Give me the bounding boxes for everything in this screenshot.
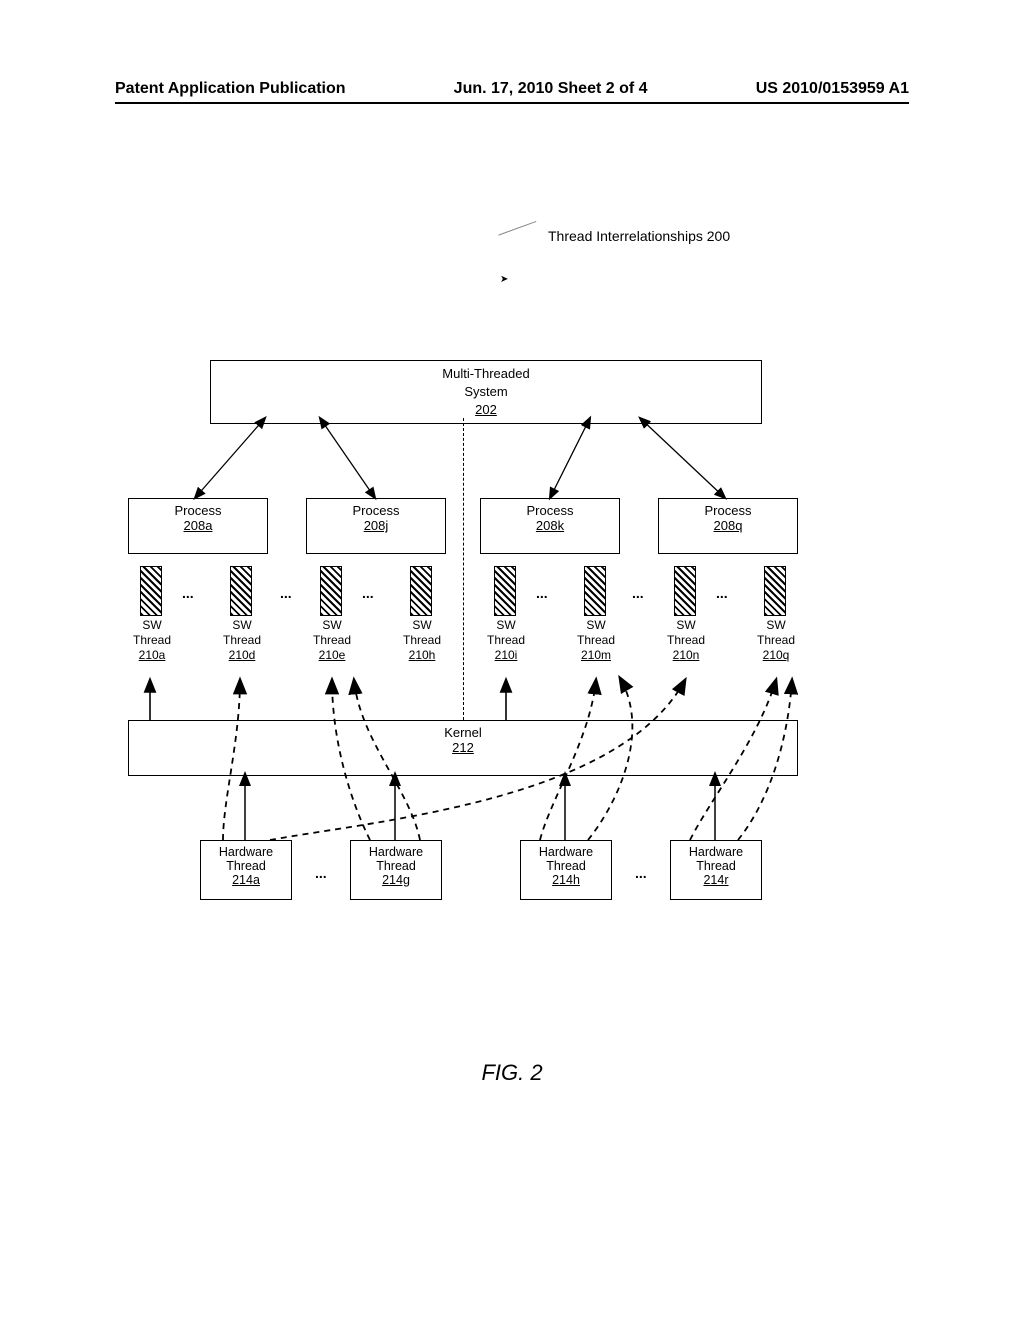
sw-thread-label: SWThread210n — [656, 618, 716, 663]
process-label: Process — [129, 503, 267, 518]
process-num: 208j — [307, 518, 445, 533]
sw-thread-label: SWThread210m — [566, 618, 626, 663]
process-label: Process — [307, 503, 445, 518]
sw-thread-label: SWThread210i — [476, 618, 536, 663]
sw-thread-icon — [494, 566, 516, 616]
figure-area: ➤ Thread Interrelationships 200 Multi-Th… — [120, 240, 900, 1060]
figure-title-label: Thread Interrelationships 200 — [548, 228, 730, 244]
ellipsis-icon: ... — [315, 865, 327, 881]
ellipsis-icon: ... — [536, 585, 548, 601]
pointer-arrowhead-icon: ➤ — [500, 274, 508, 285]
mts-num: 202 — [211, 401, 761, 419]
process-208k: Process 208k — [480, 498, 620, 554]
sw-thread-label: SWThread210a — [122, 618, 182, 663]
sw-thread-label: SWThread210d — [212, 618, 272, 663]
process-label: Process — [659, 503, 797, 518]
hw-thread-214g: HardwareThread 214g — [350, 840, 442, 900]
mts-label: Multi-ThreadedSystem — [211, 365, 761, 401]
header-left: Patent Application Publication — [115, 80, 346, 98]
figure-caption: FIG. 2 — [0, 1060, 1024, 1086]
center-divider — [463, 418, 464, 720]
header-right: US 2010/0153959 A1 — [756, 80, 909, 98]
mts-box: Multi-ThreadedSystem 202 — [210, 360, 762, 424]
page: Patent Application Publication Jun. 17, … — [0, 0, 1024, 1320]
ellipsis-icon: ... — [362, 585, 374, 601]
sw-thread-label: SWThread210e — [302, 618, 362, 663]
process-208a: Process 208a — [128, 498, 268, 554]
ellipsis-icon: ... — [632, 585, 644, 601]
pointer-line — [498, 221, 543, 254]
sw-thread-icon — [674, 566, 696, 616]
hw-thread-214a: HardwareThread 214a — [200, 840, 292, 900]
header-center: Jun. 17, 2010 Sheet 2 of 4 — [454, 80, 648, 98]
sw-thread-icon — [230, 566, 252, 616]
hw-thread-214r: HardwareThread 214r — [670, 840, 762, 900]
ellipsis-icon: ... — [280, 585, 292, 601]
process-208q: Process 208q — [658, 498, 798, 554]
kernel-label: Kernel — [129, 725, 797, 740]
process-num: 208a — [129, 518, 267, 533]
process-num: 208q — [659, 518, 797, 533]
sw-thread-label: SWThread210q — [746, 618, 806, 663]
sw-thread-icon — [140, 566, 162, 616]
process-num: 208k — [481, 518, 619, 533]
page-header: Patent Application Publication Jun. 17, … — [115, 80, 909, 104]
sw-thread-label: SWThread210h — [392, 618, 452, 663]
sw-thread-icon — [320, 566, 342, 616]
sw-thread-icon — [764, 566, 786, 616]
hw-thread-214h: HardwareThread 214h — [520, 840, 612, 900]
kernel-num: 212 — [129, 740, 797, 755]
ellipsis-icon: ... — [716, 585, 728, 601]
ellipsis-icon: ... — [635, 865, 647, 881]
kernel-box: Kernel 212 — [128, 720, 798, 776]
process-label: Process — [481, 503, 619, 518]
process-208j: Process 208j — [306, 498, 446, 554]
ellipsis-icon: ... — [182, 585, 194, 601]
sw-thread-icon — [584, 566, 606, 616]
sw-thread-icon — [410, 566, 432, 616]
